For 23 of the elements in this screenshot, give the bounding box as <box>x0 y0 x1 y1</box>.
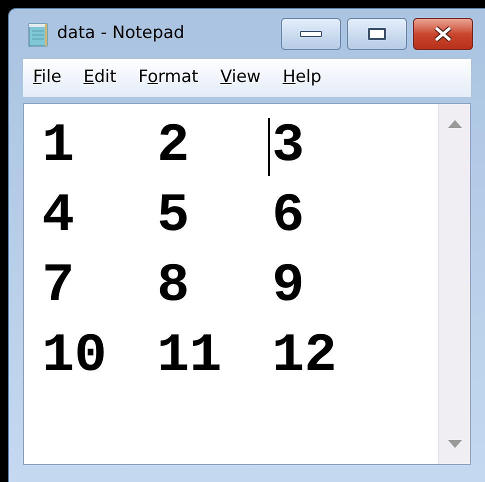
menu-item[interactable]: Help <box>282 65 322 91</box>
minimize-button[interactable] <box>281 18 341 50</box>
maximize-button[interactable] <box>347 18 407 50</box>
text-value: 4 <box>42 187 74 247</box>
text-value: 12 <box>272 327 337 387</box>
text-value: 3 <box>272 117 304 177</box>
menu-item[interactable]: Edit <box>83 65 116 91</box>
notepad-icon <box>27 21 49 47</box>
text-value: 6 <box>272 187 304 247</box>
menu-item[interactable]: View <box>220 65 261 91</box>
text-value: 11 <box>157 327 222 387</box>
text-value: 9 <box>272 257 304 317</box>
close-button[interactable] <box>413 18 473 50</box>
menu-item[interactable]: File <box>33 65 62 91</box>
close-icon <box>433 26 453 42</box>
text-value: 5 <box>157 187 190 247</box>
text-value: 8 <box>157 257 190 317</box>
text-value: 1 <box>42 117 74 177</box>
text-value: 2 <box>157 117 190 177</box>
window-title: data - Notepad <box>57 22 184 46</box>
text-value: 7 <box>42 257 74 317</box>
text-value: 10 <box>42 327 107 387</box>
menu-item[interactable]: Format <box>138 65 198 91</box>
